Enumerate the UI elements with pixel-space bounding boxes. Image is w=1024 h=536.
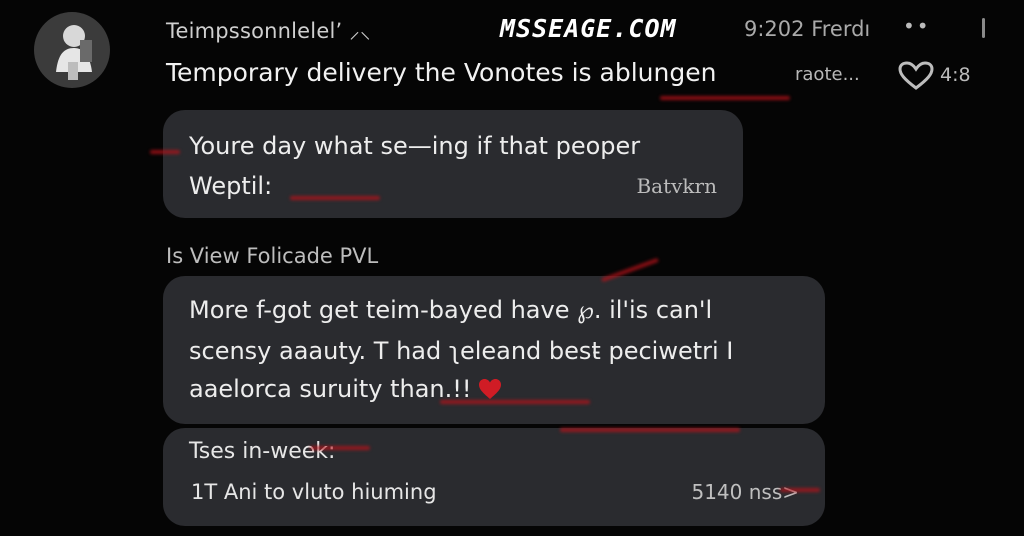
decorative-streak <box>310 446 370 450</box>
reaction-count: 4:8 <box>940 64 971 86</box>
subject-more-link[interactable]: raote... <box>795 64 860 85</box>
avatar[interactable] <box>34 12 110 88</box>
scrollbar-thumb[interactable] <box>982 18 985 38</box>
attachment-size: 5140 nss> <box>691 480 799 504</box>
brand-logo-text: MSSEAGE.COM <box>500 14 677 43</box>
decorative-streak <box>150 150 180 154</box>
sender-name: Teimpssonnlelelʼ ⸝⸜ <box>166 19 371 43</box>
decorative-streak <box>660 96 790 100</box>
message-text: More f-got get teim-bayed have ℘. il'is … <box>189 296 713 324</box>
decorative-streak <box>780 488 820 492</box>
heart-outline-icon[interactable] <box>896 60 936 96</box>
thread-subject[interactable]: Temporary delivery the Vonotes is ablung… <box>166 58 716 87</box>
message-text: Youre day what se—ing if that peoper <box>189 132 641 160</box>
avatar-silhouette-icon <box>56 25 92 80</box>
decorative-streak <box>560 428 740 432</box>
decorative-streak <box>440 400 590 404</box>
attachment-name[interactable]: 1T Ani to vluto hiuming <box>191 480 437 504</box>
attachment-card[interactable]: Tses in-week: 1T Ani to vluto hiuming 51… <box>163 428 825 526</box>
section-label: Is View Folicade PVL <box>166 244 379 268</box>
message-bubble[interactable]: Youre day what se—ing if that peoper Wep… <box>163 110 743 218</box>
more-options-button[interactable]: •• <box>903 14 931 38</box>
message-text: aaelorca suruity than.!! <box>189 375 472 403</box>
message-timestamp: 9:202 Frerdı <box>744 17 871 41</box>
attachment-title: Tses in-week: <box>189 439 336 464</box>
decorative-streak <box>290 196 380 200</box>
message-text: Weptil: <box>189 172 273 200</box>
message-signature: Batvkrn <box>636 174 717 198</box>
message-text: scensy aaauty. T had ʅeleand best̵ peciw… <box>189 337 734 365</box>
